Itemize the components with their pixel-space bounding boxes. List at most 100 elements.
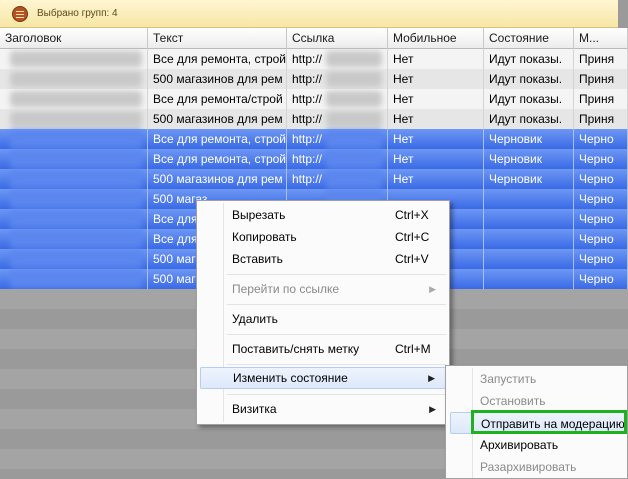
- column-header-link[interactable]: Ссылка: [287, 28, 388, 49]
- cell-m: Приня: [574, 89, 628, 109]
- redacted-link: [326, 91, 382, 107]
- menu-separator: [227, 364, 446, 365]
- menu-item-label: Удалить: [232, 312, 278, 326]
- cell-text: Все для ремонта, строй: [148, 149, 287, 169]
- redacted-title: [10, 250, 142, 268]
- redacted-title: [10, 210, 142, 228]
- cell-mobile: Нет: [388, 109, 484, 129]
- redacted-link: [326, 150, 382, 168]
- cell-text: Все для ремонта/строй: [148, 89, 287, 109]
- menu-item-paste[interactable]: Вставить Ctrl+V: [200, 249, 446, 269]
- redacted-title: [10, 170, 142, 188]
- cell-m: Приня: [574, 109, 628, 129]
- redacted-title: [10, 71, 142, 87]
- submenu-arrow-icon: ▶: [428, 373, 435, 383]
- table-row[interactable]: Все для ремонта, строй http://Нет Черновик…: [0, 129, 628, 149]
- cell-state: [484, 249, 574, 269]
- cell-mobile: Нет: [388, 129, 484, 149]
- redacted-title: [10, 111, 142, 127]
- cell-text: 500 магазинов для рем: [148, 169, 287, 189]
- cell-text: Все для ремонта, строй: [148, 49, 287, 69]
- menu-item-label: Копировать: [232, 230, 297, 244]
- menu-item-change-state[interactable]: Изменить состояние ▶: [200, 367, 446, 389]
- shortcut-label: Ctrl+X: [395, 208, 429, 222]
- table-row[interactable]: Все для ремонта, строй http://Нет Идут пок…: [0, 49, 628, 69]
- group-count-label: Выбрано групп: 4: [37, 8, 118, 19]
- redacted-link: [326, 51, 382, 67]
- table-header: Заголовок Текст Ссылка Мобильное Состоян…: [0, 28, 628, 49]
- shortcut-label: Ctrl+C: [395, 230, 430, 244]
- highlight-box: [471, 410, 627, 434]
- cell-state: Идут показы.: [484, 69, 574, 89]
- menu-item-label: Визитка: [232, 402, 277, 416]
- cell-state: Черновик: [484, 149, 574, 169]
- cell-m: Черно: [574, 169, 628, 189]
- column-header-m[interactable]: М...: [574, 28, 628, 49]
- cell-state: [484, 209, 574, 229]
- column-header-text[interactable]: Текст: [148, 28, 287, 49]
- redacted-title: [10, 190, 142, 208]
- submenu-item-archive[interactable]: Архивировать: [450, 434, 626, 456]
- menu-item-label: Вставить: [232, 252, 283, 266]
- submenu-arrow-icon: ▶: [429, 284, 436, 294]
- cell-text: 500 магазинов для рем: [148, 69, 287, 89]
- menu-item-card[interactable]: Визитка ▶: [200, 399, 446, 419]
- cell-m: Черно: [574, 149, 628, 169]
- cell-mobile: Нет: [388, 149, 484, 169]
- cell-state: [484, 189, 574, 209]
- table-row[interactable]: Все для ремонта, строй http://Нет Черновик…: [0, 149, 628, 169]
- column-header-state[interactable]: Состояние: [484, 28, 574, 49]
- cell-m: Черно: [574, 229, 628, 249]
- cell-mobile: Нет: [388, 49, 484, 69]
- menu-item-copy[interactable]: Копировать Ctrl+C: [200, 227, 446, 247]
- menu-item-toggle-mark[interactable]: Поставить/снять метку Ctrl+M: [200, 339, 446, 359]
- submenu-arrow-icon: ▶: [429, 404, 436, 414]
- column-header-title[interactable]: Заголовок: [0, 28, 148, 49]
- redacted-link: [326, 111, 382, 127]
- group-menu-icon[interactable]: [12, 5, 28, 22]
- redacted-link: [326, 130, 382, 148]
- cell-state: [484, 269, 574, 289]
- cell-m: Черно: [574, 129, 628, 149]
- menu-separator: [227, 274, 446, 275]
- menu-separator: [227, 334, 446, 335]
- shortcut-label: Ctrl+M: [395, 342, 431, 356]
- redacted-link: [326, 170, 382, 188]
- cell-state: Идут показы.: [484, 49, 574, 69]
- menu-item-label: Вырезать: [232, 208, 286, 222]
- redacted-title: [10, 91, 142, 107]
- submenu-item-stop: Остановить: [480, 394, 546, 408]
- cell-state: Идут показы.: [484, 89, 574, 109]
- redacted-title: [10, 51, 142, 67]
- cell-mobile: Нет: [388, 69, 484, 89]
- menu-item-label: Поставить/снять метку: [232, 342, 360, 356]
- table-row[interactable]: 500 магазинов для рем http://Нет Идут пока…: [0, 69, 628, 89]
- menu-item-label: Изменить состояние: [233, 371, 348, 385]
- cell-text: Все для ремонта, строй: [148, 129, 287, 149]
- redacted-link: [326, 71, 382, 87]
- group-selection-bar: Выбрано групп: 4: [0, 0, 618, 28]
- table-row[interactable]: 500 магазинов для рем http://Нет Идут пока…: [0, 109, 628, 129]
- cell-m: Приня: [574, 49, 628, 69]
- cell-state: Черновик: [484, 129, 574, 149]
- cell-mobile: Нет: [388, 169, 484, 189]
- menu-item-label: Перейти по ссылке: [232, 282, 340, 296]
- redacted-title: [10, 270, 142, 288]
- submenu-item-start: Запустить: [480, 372, 537, 386]
- table-row[interactable]: 500 магазинов для рем http://Нет Черновик Ч…: [0, 169, 628, 189]
- column-header-mobile[interactable]: Мобильное: [388, 28, 484, 49]
- cell-state: Черновик: [484, 169, 574, 189]
- cell-mobile: Нет: [388, 89, 484, 109]
- cell-m: Черно: [574, 269, 628, 289]
- menu-separator: [227, 304, 446, 305]
- submenu-item-unarchive: Разархивировать: [480, 460, 577, 474]
- menu-item-follow-link: Перейти по ссылке ▶: [200, 279, 446, 299]
- table-row[interactable]: Все для ремонта/строй http://Нет Идут пока…: [0, 89, 628, 109]
- cell-m: Черно: [574, 249, 628, 269]
- menu-item-delete[interactable]: Удалить: [200, 309, 446, 329]
- redacted-title: [10, 130, 142, 148]
- context-menu: Вырезать Ctrl+X Копировать Ctrl+C Встави…: [196, 200, 450, 425]
- cell-text: 500 магазинов для рем: [148, 109, 287, 129]
- redacted-title: [10, 230, 142, 248]
- menu-item-cut[interactable]: Вырезать Ctrl+X: [200, 205, 446, 225]
